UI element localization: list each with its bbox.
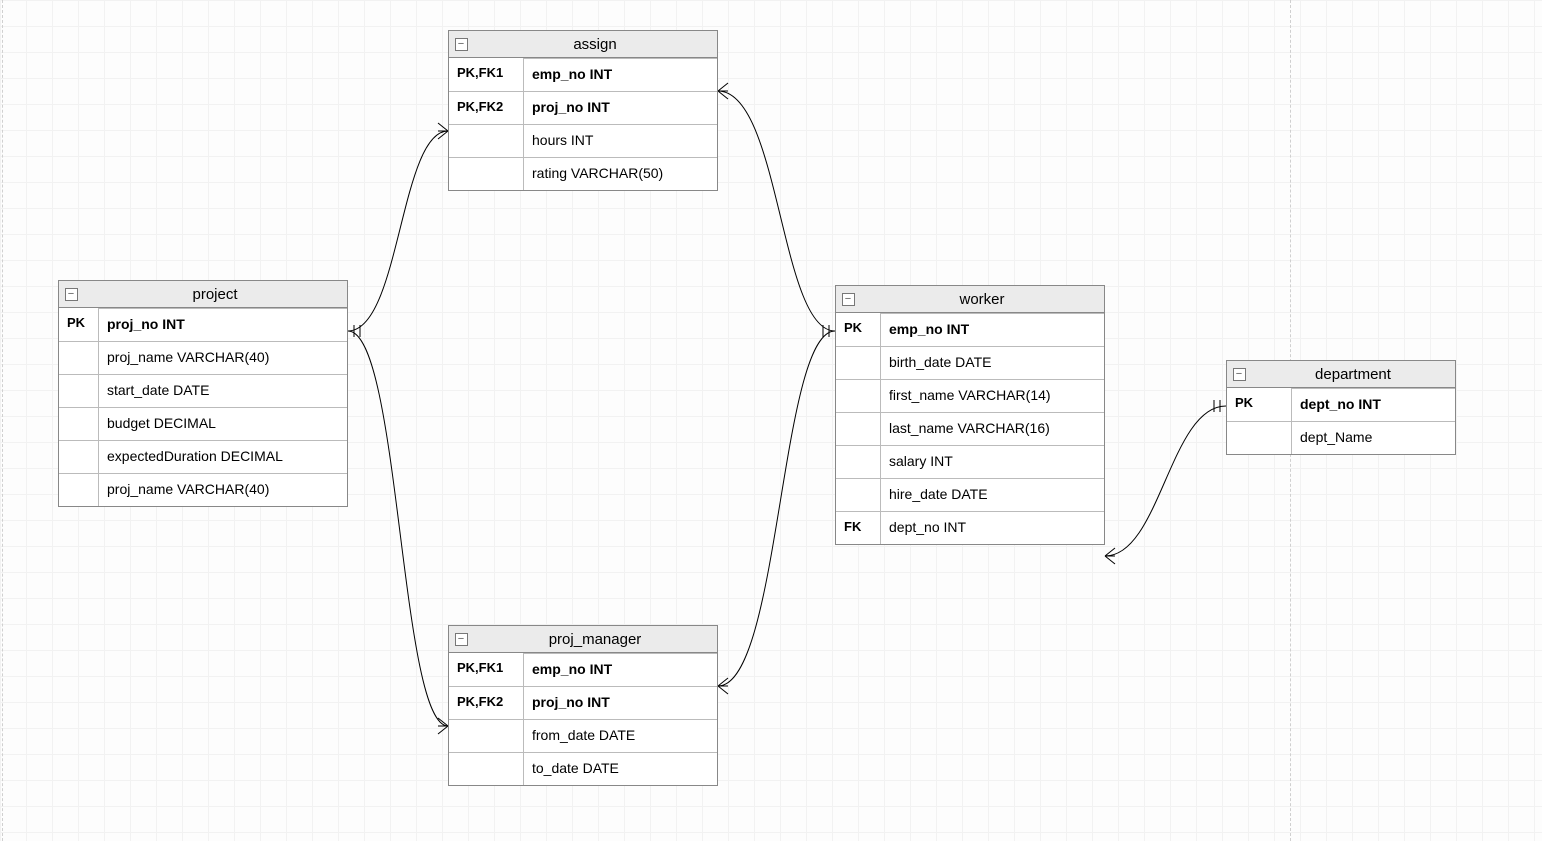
key-cell <box>836 412 881 445</box>
field-cell: hours INT <box>524 124 717 157</box>
key-cell: PK <box>836 313 881 346</box>
field-cell: proj_no INT <box>99 308 347 341</box>
collapse-icon[interactable]: − <box>59 288 83 301</box>
key-cell: PK <box>1227 388 1292 421</box>
field-cell: proj_no INT <box>524 91 717 124</box>
field-cell: birth_date DATE <box>881 346 1104 379</box>
collapse-icon[interactable]: − <box>449 633 473 646</box>
entity-title: proj_manager <box>473 631 717 648</box>
field-cell: expectedDuration DECIMAL <box>99 440 347 473</box>
key-cell <box>59 407 99 440</box>
entity-worker[interactable]: −workerPKemp_no INTbirth_date DATEfirst_… <box>835 285 1105 545</box>
key-cell: PK,FK1 <box>449 653 524 686</box>
field-cell: dept_Name <box>1292 421 1455 454</box>
entity-title: worker <box>860 291 1104 308</box>
entity-department[interactable]: −departmentPKdept_no INTdept_Name <box>1226 360 1456 455</box>
key-cell <box>449 752 524 785</box>
field-cell: emp_no INT <box>524 58 717 91</box>
field-cell: proj_no INT <box>524 686 717 719</box>
key-cell: PK,FK1 <box>449 58 524 91</box>
field-cell: dept_no INT <box>1292 388 1455 421</box>
key-cell: PK <box>59 308 99 341</box>
field-cell: from_date DATE <box>524 719 717 752</box>
field-cell: last_name VARCHAR(16) <box>881 412 1104 445</box>
key-cell <box>449 157 524 190</box>
key-cell: PK,FK2 <box>449 91 524 124</box>
field-cell: hire_date DATE <box>881 478 1104 511</box>
field-cell: start_date DATE <box>99 374 347 407</box>
entity-header[interactable]: −assign <box>449 31 717 58</box>
entity-header[interactable]: −department <box>1227 361 1455 388</box>
key-cell <box>1227 421 1292 454</box>
field-cell: salary INT <box>881 445 1104 478</box>
collapse-icon[interactable]: − <box>1227 368 1251 381</box>
key-cell <box>59 341 99 374</box>
entity-title: project <box>83 286 347 303</box>
key-cell <box>836 445 881 478</box>
field-cell: proj_name VARCHAR(40) <box>99 473 347 506</box>
key-cell <box>59 440 99 473</box>
entity-header[interactable]: −worker <box>836 286 1104 313</box>
entity-body: PKproj_no INTproj_name VARCHAR(40)start_… <box>59 308 347 506</box>
entity-body: PK,FK1emp_no INTPK,FK2proj_no INThours I… <box>449 58 717 190</box>
key-cell <box>449 719 524 752</box>
field-cell: first_name VARCHAR(14) <box>881 379 1104 412</box>
field-cell: rating VARCHAR(50) <box>524 157 717 190</box>
key-cell <box>836 346 881 379</box>
entity-body: PKemp_no INTbirth_date DATEfirst_name VA… <box>836 313 1104 544</box>
entity-title: assign <box>473 36 717 53</box>
key-cell: FK <box>836 511 881 544</box>
collapse-icon[interactable]: − <box>449 38 473 51</box>
entity-header[interactable]: −project <box>59 281 347 308</box>
field-cell: proj_name VARCHAR(40) <box>99 341 347 374</box>
entity-project[interactable]: −projectPKproj_no INTproj_name VARCHAR(4… <box>58 280 348 507</box>
entity-body: PK,FK1emp_no INTPK,FK2proj_no INTfrom_da… <box>449 653 717 785</box>
er-diagram-canvas[interactable]: −projectPKproj_no INTproj_name VARCHAR(4… <box>0 0 1542 841</box>
field-cell: to_date DATE <box>524 752 717 785</box>
key-cell <box>59 473 99 506</box>
entity-body: PKdept_no INTdept_Name <box>1227 388 1455 454</box>
field-cell: budget DECIMAL <box>99 407 347 440</box>
entity-assign[interactable]: −assignPK,FK1emp_no INTPK,FK2proj_no INT… <box>448 30 718 191</box>
key-cell <box>836 379 881 412</box>
entity-header[interactable]: −proj_manager <box>449 626 717 653</box>
key-cell <box>59 374 99 407</box>
field-cell: dept_no INT <box>881 511 1104 544</box>
page-guide-left <box>2 0 3 841</box>
field-cell: emp_no INT <box>524 653 717 686</box>
entity-proj-manager[interactable]: −proj_managerPK,FK1emp_no INTPK,FK2proj_… <box>448 625 718 786</box>
key-cell <box>836 478 881 511</box>
field-cell: emp_no INT <box>881 313 1104 346</box>
entity-title: department <box>1251 366 1455 383</box>
key-cell <box>449 124 524 157</box>
collapse-icon[interactable]: − <box>836 293 860 306</box>
key-cell: PK,FK2 <box>449 686 524 719</box>
